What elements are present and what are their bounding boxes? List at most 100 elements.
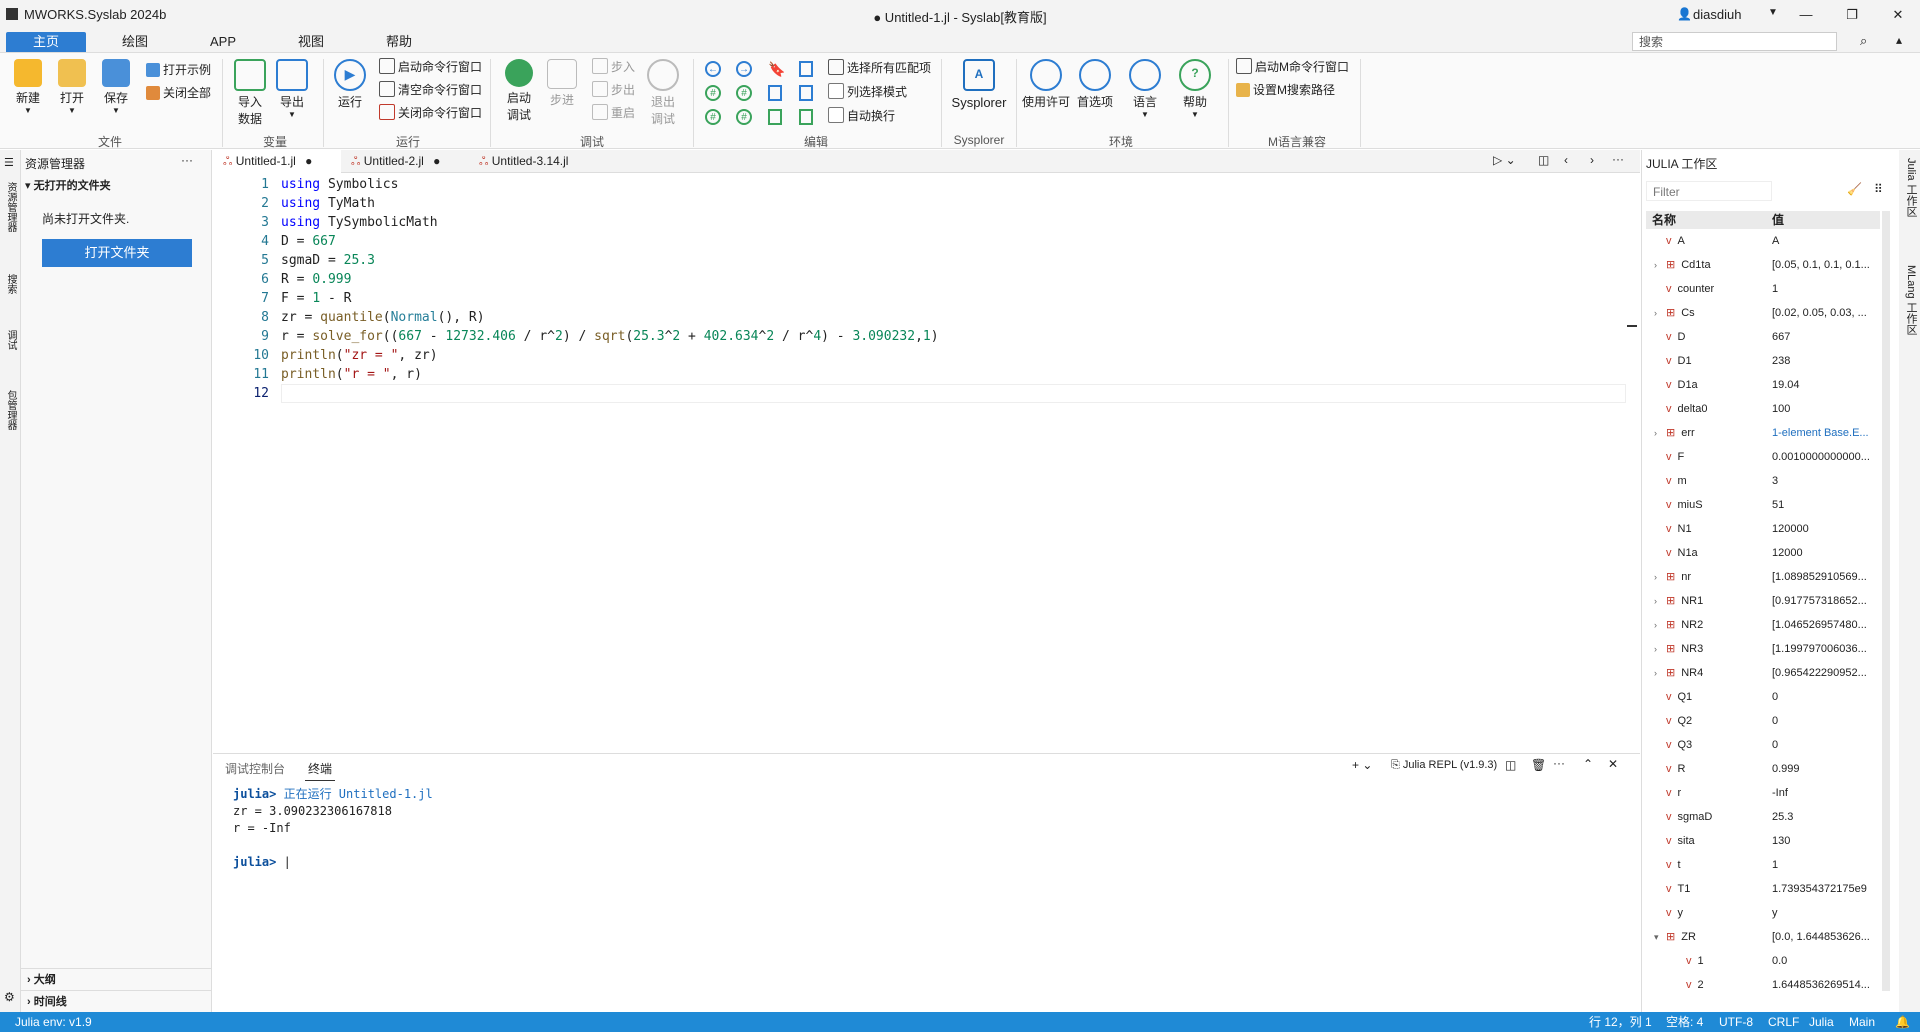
close-panel-icon[interactable]: ✕ <box>1608 757 1618 771</box>
uncomment-icon[interactable]: # <box>736 85 752 101</box>
import-data-button[interactable]: 导入 数据 <box>228 59 272 127</box>
variable-row[interactable]: v Q3 0 <box>1646 733 1880 757</box>
start-m-cmd-button[interactable]: 启动M命令行窗口 <box>1236 58 1349 76</box>
forward-icon[interactable]: → <box>736 61 752 77</box>
language-button[interactable]: 语言 ▼ <box>1123 59 1167 119</box>
cursor-position[interactable]: 行 12，列 1 <box>1589 1012 1652 1032</box>
close-button[interactable]: ✕ <box>1883 4 1913 26</box>
tab-plot[interactable]: 绘图 <box>95 32 175 52</box>
license-button[interactable]: 使用许可 <box>1020 59 1072 110</box>
split-editor-icon[interactable]: ◫ <box>1538 153 1549 167</box>
toggle-comment-icon[interactable]: # <box>705 109 721 125</box>
block-comment-icon[interactable]: # <box>736 109 752 125</box>
variable-row[interactable]: › ⊞ NR2 [1.046526957480... <box>1646 613 1880 637</box>
add-terminal-icon[interactable]: + ⌄ <box>1352 758 1372 772</box>
new-button[interactable]: 新建 ▼ <box>6 59 50 115</box>
expand-icon[interactable]: › <box>1654 565 1657 589</box>
word-wrap-checkbox[interactable]: 自动换行 <box>828 107 895 125</box>
variable-row[interactable]: › ⊞ NR4 [0.965422290952... <box>1646 661 1880 685</box>
open-button[interactable]: 打开 ▼ <box>50 59 94 115</box>
indent-icon[interactable] <box>768 109 782 125</box>
step-out-button[interactable]: 步出 <box>592 81 635 99</box>
code-line[interactable]: F = 1 - R <box>281 289 351 308</box>
julia-env[interactable]: Julia env: v1.9 <box>15 1012 92 1032</box>
outline-section[interactable]: › 大纲 <box>21 968 211 990</box>
variable-row[interactable]: › ⊞ NR1 [0.917757318652... <box>1646 589 1880 613</box>
close-cmd-button[interactable]: 关闭命令行窗口 <box>379 104 482 122</box>
activity-search[interactable]: 搜索 <box>3 274 18 294</box>
variable-row[interactable]: v 1 0.0 <box>1646 949 1880 973</box>
editor-tab-untitled-2[interactable]: ஃ Untitled-2.jl ● <box>341 150 469 173</box>
maximize-button[interactable]: ❐ <box>1837 4 1867 26</box>
bookmark-list-icon[interactable] <box>799 61 813 77</box>
maximize-panel-icon[interactable]: ⌃ <box>1583 757 1593 771</box>
variable-row[interactable]: v N1 120000 <box>1646 517 1880 541</box>
menu-icon[interactable]: ☰ <box>4 156 14 169</box>
variable-row[interactable]: v R 0.999 <box>1646 757 1880 781</box>
variable-row[interactable]: v sgmaD 25.3 <box>1646 805 1880 829</box>
save-button[interactable]: 保存 ▼ <box>94 59 138 115</box>
more-icon[interactable]: ··· <box>181 153 193 167</box>
code-line[interactable]: using TySymbolicMath <box>281 213 438 232</box>
open-folder-button[interactable]: 打开文件夹 <box>42 239 192 267</box>
no-folder-section[interactable]: ▾ 无打开的文件夹 <box>25 177 111 193</box>
code-line[interactable]: R = 0.999 <box>281 270 351 289</box>
expand-icon[interactable]: › <box>1654 301 1657 325</box>
variable-row[interactable]: ▾ ⊞ ZR [0.0, 1.644853626... <box>1646 925 1880 949</box>
more-icon[interactable]: ··· <box>1553 756 1565 770</box>
step-in-button[interactable]: 步入 <box>592 58 635 76</box>
code-line[interactable]: sgmaD = 25.3 <box>281 251 375 270</box>
expand-icon[interactable]: › <box>1654 421 1657 445</box>
nav-back-icon[interactable]: ‹ <box>1564 153 1568 167</box>
variable-row[interactable]: vA A <box>1646 229 1880 253</box>
start-debug-button[interactable]: 启动 调试 <box>497 59 541 123</box>
variable-row[interactable]: v Q1 0 <box>1646 685 1880 709</box>
trash-icon[interactable]: 🗑 <box>1531 758 1546 772</box>
clear-cmd-button[interactable]: 清空命令行窗口 <box>379 81 482 99</box>
bookmark-icon[interactable]: 🔖 <box>768 61 785 78</box>
split-terminal-icon[interactable]: ◫ <box>1505 758 1516 772</box>
prev-bookmark-icon[interactable] <box>768 85 782 101</box>
code-line[interactable]: zr = quantile(Normal(), R) <box>281 308 485 327</box>
search-icon[interactable]: ⌕ <box>1860 33 1867 49</box>
code-line[interactable]: using Symbolics <box>281 175 398 194</box>
expand-icon[interactable]: › <box>1654 253 1657 277</box>
timeline-section[interactable]: › 时间线 <box>21 990 211 1012</box>
expand-icon[interactable]: › <box>1654 613 1657 637</box>
collapse-icon[interactable]: ▾ <box>1654 925 1659 949</box>
restart-button[interactable]: 重启 <box>592 104 635 122</box>
variable-row[interactable]: v D1a 19.04 <box>1646 373 1880 397</box>
terminal-output[interactable]: julia> 正在运行 Untitled-1.jl zr = 3.0902323… <box>233 786 433 871</box>
repl-select[interactable]: ⎘ Julia REPL (v1.9.3) <box>1391 759 1497 772</box>
help-button[interactable]: ? 帮助 ▼ <box>1173 59 1217 119</box>
branch[interactable]: Main <box>1849 1012 1875 1032</box>
tab-view[interactable]: 视图 <box>271 32 351 52</box>
select-all-matches-button[interactable]: 选择所有匹配项 <box>828 59 931 77</box>
variable-row[interactable]: vy y <box>1646 901 1880 925</box>
variable-row[interactable]: v D1 238 <box>1646 349 1880 373</box>
run-file-icon[interactable]: ▷ ⌄ <box>1493 153 1516 167</box>
variable-row[interactable]: › ⊞ Cd1ta [0.05, 0.1, 0.1, 0.1... <box>1646 253 1880 277</box>
more-actions-icon[interactable]: ··· <box>1612 152 1624 166</box>
clear-filter-icon[interactable]: 🧹 <box>1847 182 1862 196</box>
variable-row[interactable]: v N1a 12000 <box>1646 541 1880 565</box>
tab-debug-console[interactable]: 调试控制台 <box>225 760 285 777</box>
filter-input[interactable]: Filter <box>1646 181 1772 201</box>
variable-row[interactable]: › ⊞ err 1-element Base.E... <box>1646 421 1880 445</box>
run-button[interactable]: ▶ 运行 <box>328 59 372 110</box>
variable-row[interactable]: v 2 1.6448536269514... <box>1646 973 1880 997</box>
expand-icon[interactable]: › <box>1654 589 1657 613</box>
code-line[interactable]: println("r = ", r) <box>281 365 422 384</box>
minimize-button[interactable]: — <box>1791 4 1821 26</box>
editor-tab-untitled-1[interactable]: ஃ Untitled-1.jl ● <box>213 150 341 173</box>
tab-help[interactable]: 帮助 <box>359 32 439 52</box>
settings-gear-icon[interactable]: ⚙ <box>4 990 15 1004</box>
sysplorer-button[interactable]: A Sysplorer <box>946 59 1012 110</box>
code-line[interactable]: D = 667 <box>281 232 336 251</box>
chevron-down-icon[interactable]: ▼ <box>1768 7 1778 18</box>
grid-view-icon[interactable]: ⠿ <box>1874 182 1883 196</box>
variable-row[interactable]: › ⊞ nr [1.089852910569... <box>1646 565 1880 589</box>
export-button[interactable]: 导出 ▼ <box>270 59 314 119</box>
nav-forward-icon[interactable]: › <box>1590 153 1594 167</box>
start-cmd-button[interactable]: 启动命令行窗口 <box>379 58 482 76</box>
